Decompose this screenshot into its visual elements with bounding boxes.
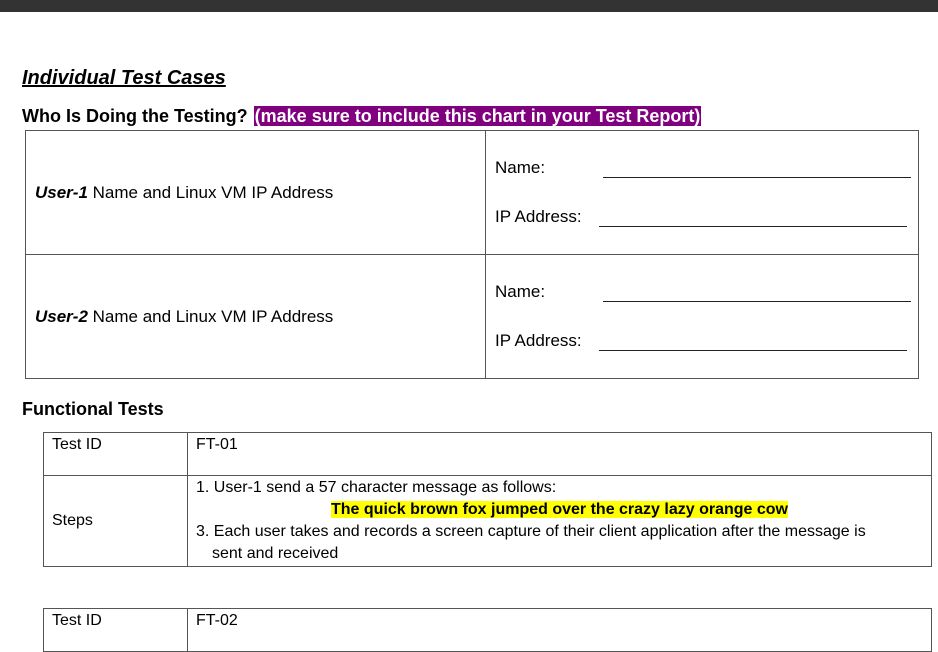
user1-ip-line[interactable] <box>599 226 907 227</box>
user1-cell: User-1 Name and Linux VM IP Address <box>25 130 486 255</box>
user1-desc: Name and Linux VM IP Address <box>87 182 334 202</box>
table-row: User-1 Name and Linux VM IP Address Name… <box>25 130 919 255</box>
test-id-value: FT-02 <box>187 608 932 652</box>
highlighted-message: The quick brown fox jumped over the craz… <box>331 501 788 518</box>
user1-ip-label: IP Address: <box>495 207 582 226</box>
test-id-label: Test ID <box>43 432 188 476</box>
test-table-ft01: Test ID FT-01 Steps 1. User-1 send a 57 … <box>43 432 932 567</box>
page-title: Individual Test Cases <box>22 67 226 89</box>
who-title: Who Is Doing the Testing? <box>22 106 248 126</box>
user2-ip-label: IP Address: <box>495 331 582 350</box>
steps-content: 1. User-1 send a 57 character message as… <box>187 475 932 567</box>
window-top-bar <box>0 0 938 12</box>
functional-tests-heading: Functional Tests <box>22 399 164 419</box>
user2-label: User-2 <box>35 306 88 326</box>
table-row: Test ID FT-02 <box>43 608 932 652</box>
user1-label: User-1 <box>35 182 88 202</box>
table-row: User-2 Name and Linux VM IP Address Name… <box>25 254 919 379</box>
step-1: 1. User-1 send a 57 character message as… <box>196 479 557 496</box>
user2-name-label: Name: <box>495 282 546 301</box>
user1-name-line[interactable] <box>603 177 911 178</box>
testers-table: User-1 Name and Linux VM IP Address Name… <box>25 130 919 379</box>
user1-name-label: Name: <box>495 158 546 177</box>
user2-ip-line[interactable] <box>599 350 907 351</box>
step-3-continued: sent and received <box>212 545 339 562</box>
user2-desc: Name and Linux VM IP Address <box>87 306 334 326</box>
step-3: 3. Each user takes and records a screen … <box>196 523 866 540</box>
who-heading: Who Is Doing the Testing? (make sure to i… <box>22 106 702 127</box>
user1-fields: Name: IP Address: <box>485 130 919 255</box>
test-message: The quick brown fox jumped over the craz… <box>196 499 923 521</box>
steps-label: Steps <box>43 475 188 567</box>
who-note: (make sure to include this chart in your… <box>253 106 702 126</box>
user2-cell: User-2 Name and Linux VM IP Address <box>25 254 486 379</box>
table-row: Test ID FT-01 <box>43 432 932 476</box>
user2-fields: Name: IP Address: <box>485 254 919 379</box>
table-row: Steps 1. User-1 send a 57 character mess… <box>43 475 932 567</box>
test-id-value: FT-01 <box>187 432 932 476</box>
user2-name-line[interactable] <box>603 301 911 302</box>
test-id-label: Test ID <box>43 608 188 652</box>
test-table-ft02: Test ID FT-02 <box>43 608 932 652</box>
